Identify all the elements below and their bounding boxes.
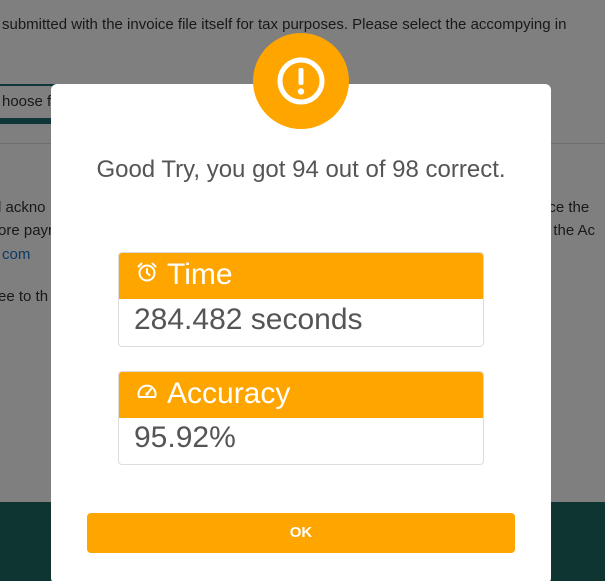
gauge-icon [136, 382, 158, 407]
accuracy-card-header: Accuracy [119, 372, 483, 418]
time-value: 284.482 seconds [134, 303, 363, 336]
page: submitted with the invoice file itself f… [0, 0, 605, 581]
accuracy-card: Accuracy 95.92% [118, 371, 484, 465]
exclamation-circle-icon [253, 33, 349, 129]
ok-button[interactable]: OK [87, 513, 515, 553]
result-message: Good Try, you got 94 out of 98 correct. [96, 156, 506, 183]
alarm-clock-icon [136, 261, 158, 288]
time-label: Time [167, 258, 233, 291]
accuracy-value: 95.92% [134, 421, 236, 454]
time-card: Time 284.482 seconds [118, 252, 484, 347]
time-card-header: Time [119, 253, 483, 299]
accuracy-label: Accuracy [167, 377, 291, 410]
